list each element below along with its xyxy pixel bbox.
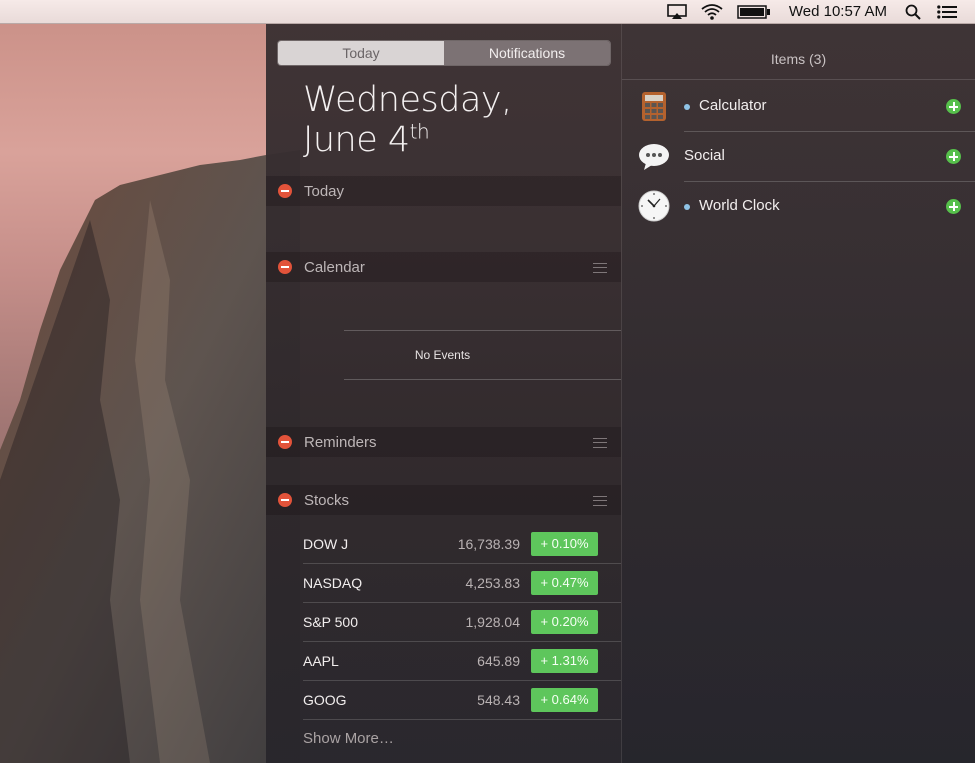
add-widget-icon[interactable]: [946, 149, 961, 164]
stock-row[interactable]: DOW J 16,738.39 + 0.10%: [303, 525, 621, 564]
speech-bubble-icon: [639, 144, 669, 170]
view-switcher: Today Notifications: [277, 40, 611, 66]
widget-header-reminders: Reminders: [266, 427, 621, 457]
widget-item-calculator[interactable]: Calculator: [622, 82, 975, 132]
widget-title: Today: [304, 182, 345, 200]
stock-price: 4,253.83: [465, 575, 521, 591]
widget-title: Reminders: [304, 433, 377, 451]
stock-symbol: AAPL: [303, 653, 339, 669]
show-more-link[interactable]: Show More…: [303, 730, 394, 747]
stock-symbol: GOOG: [303, 692, 347, 708]
stock-row[interactable]: GOOG 548.43 + 0.64%: [303, 681, 621, 720]
remove-widget-icon[interactable]: [278, 260, 292, 274]
menu-bar: Wed 10:57 AM: [0, 0, 975, 24]
widget-library: Items (3) Calculator Social World Clock: [622, 24, 975, 763]
spotlight-search-icon[interactable]: [905, 4, 921, 20]
remove-widget-icon[interactable]: [278, 493, 292, 507]
stock-price: 645.89: [477, 653, 520, 669]
tab-today[interactable]: Today: [278, 41, 444, 65]
drag-handle-icon[interactable]: [593, 438, 607, 448]
item-label: Social: [684, 147, 725, 164]
stock-price: 1,928.04: [465, 614, 521, 630]
remove-widget-icon[interactable]: [278, 435, 292, 449]
menu-clock[interactable]: Wed 10:57 AM: [789, 3, 887, 20]
stock-row[interactable]: S&P 500 1,928.04 + 0.20%: [303, 603, 621, 642]
stock-change-badge[interactable]: + 0.10%: [531, 532, 598, 556]
notification-center-icon[interactable]: [937, 4, 957, 19]
stock-symbol: S&P 500: [303, 614, 359, 630]
add-widget-icon[interactable]: [946, 99, 961, 114]
stock-symbol: DOW J: [303, 536, 349, 552]
add-widget-icon[interactable]: [946, 199, 961, 214]
tab-notifications[interactable]: Notifications: [444, 41, 610, 65]
stock-row[interactable]: NASDAQ 4,253.83 + 0.47%: [303, 564, 621, 603]
item-label: World Clock: [699, 197, 780, 214]
stock-row[interactable]: AAPL 645.89 + 1.31%: [303, 642, 621, 681]
no-events-label: No Events: [414, 348, 471, 362]
airplay-icon[interactable]: [667, 3, 687, 20]
wallpaper-rock-image: [0, 150, 300, 763]
remove-widget-icon[interactable]: [278, 184, 292, 198]
battery-icon[interactable]: [737, 4, 771, 19]
calculator-icon: [642, 92, 666, 121]
widget-item-world-clock[interactable]: World Clock: [622, 182, 975, 232]
widget-title: Calendar: [304, 258, 365, 276]
item-bullet: [684, 104, 690, 110]
calendar-empty-state: No Events: [344, 330, 621, 380]
widget-item-social[interactable]: Social: [622, 132, 975, 182]
stock-price: 16,738.39: [457, 536, 520, 552]
drag-handle-icon[interactable]: [593, 496, 607, 506]
stock-change-badge[interactable]: + 0.64%: [531, 688, 598, 712]
widget-header-stocks: Stocks: [266, 485, 621, 515]
notification-center-panel: Today Notifications Wednesday, June 4th …: [266, 24, 975, 763]
item-label: Calculator: [699, 97, 767, 114]
item-bullet: [684, 204, 690, 210]
stock-symbol: NASDAQ: [303, 575, 363, 591]
items-header: Items (3): [622, 24, 975, 80]
stock-change-badge[interactable]: + 0.20%: [531, 610, 598, 634]
stock-change-badge[interactable]: + 1.31%: [531, 649, 598, 673]
stock-change-badge[interactable]: + 0.47%: [531, 571, 598, 595]
stock-price: 548.43: [477, 692, 520, 708]
drag-handle-icon[interactable]: [593, 263, 607, 273]
clock-icon: [638, 190, 670, 222]
date-weekday: Wednesday,: [303, 80, 512, 120]
widget-title: Stocks: [304, 491, 350, 509]
widget-header-today: Today: [266, 176, 621, 206]
items-count-title: Items (3): [770, 50, 827, 67]
widget-header-calendar: Calendar: [266, 252, 621, 282]
wifi-icon[interactable]: [701, 3, 723, 20]
today-view: Today Notifications Wednesday, June 4th …: [266, 24, 622, 763]
date-month-day: June 4th: [303, 119, 430, 160]
date-heading: Wednesday, June 4th: [303, 80, 512, 160]
